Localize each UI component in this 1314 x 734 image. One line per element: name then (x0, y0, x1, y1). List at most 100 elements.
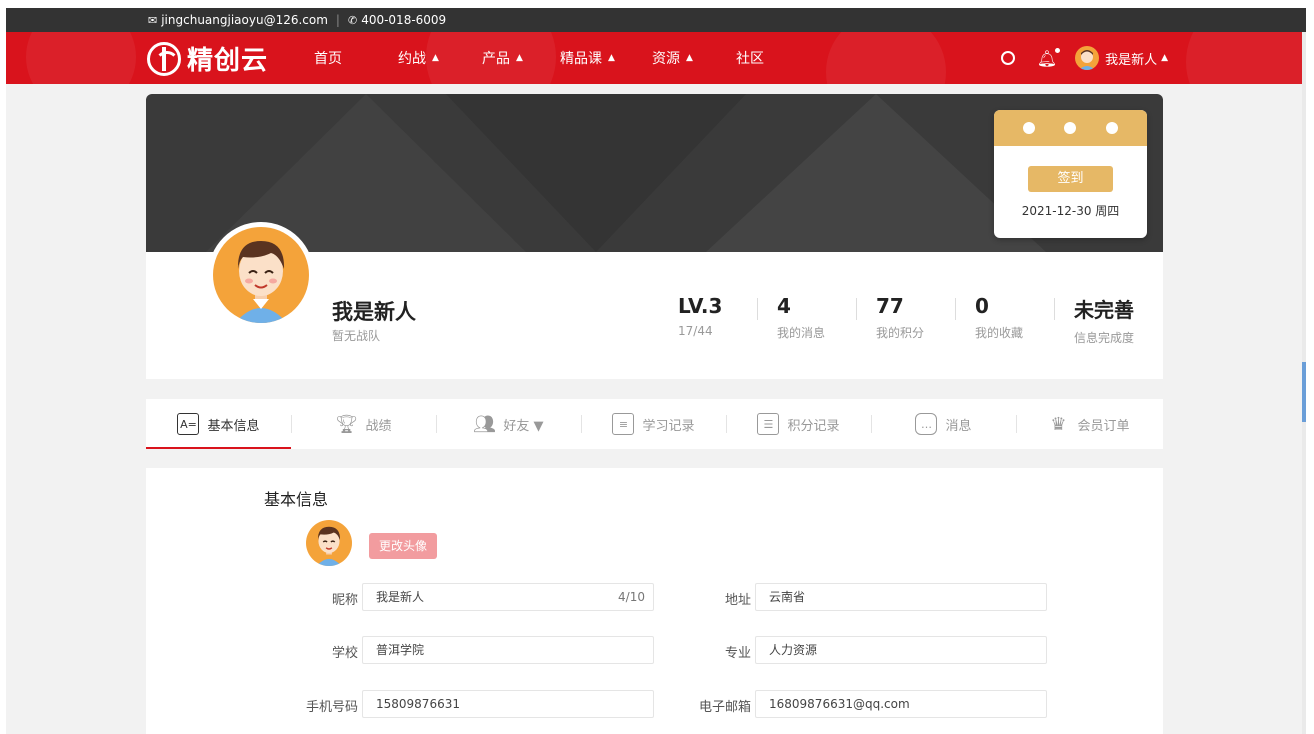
nav-item-products[interactable]: 产品 ▲ (482, 48, 560, 68)
nav-user-area: 🔔︎ 我是新人 ▲ (1000, 32, 1168, 84)
scrollbar-thumb[interactable] (1302, 362, 1306, 422)
profile-stats: LV.3 17/44 4 我的消息 77 我的积分 0 我的收藏 未完善 信息完… (658, 294, 1153, 346)
nav-decoration (1186, 32, 1306, 84)
change-avatar-button[interactable]: 更改头像 (369, 533, 437, 559)
basic-info-panel: 基本信息 更改头像 昵称 我是新人 4/10 地址 云南省 学校 普洱学院 专业… (146, 468, 1163, 734)
major-field[interactable]: 人力资源 (755, 636, 1047, 664)
nickname-field[interactable]: 我是新人 4/10 (362, 583, 654, 611)
stat-level[interactable]: LV.3 17/44 (658, 294, 757, 346)
address-field[interactable]: 云南省 (755, 583, 1047, 611)
tab-messages[interactable]: … 消息 (871, 399, 1016, 449)
nav-item-label: 首页 (314, 51, 342, 67)
nav-item-home[interactable]: 首页 (314, 48, 398, 68)
nav-item-battle[interactable]: 约战 ▲ (398, 48, 482, 68)
message-icon: … (915, 413, 938, 435)
tab-label: 基本信息 (207, 418, 260, 434)
nav-item-label: 资源 (652, 51, 680, 67)
nav-menu: 首页 约战 ▲ 产品 ▲ 精品课 ▲ 资源 ▲ 社区 (314, 32, 796, 84)
nav-username[interactable]: 我是新人 (1105, 49, 1157, 68)
phone-field[interactable]: 15809876631 (362, 690, 654, 718)
calendar-date: 2021-12-30 周四 (1021, 204, 1120, 218)
stat-points[interactable]: 77 我的积分 (856, 294, 955, 346)
major-label: 专业 (724, 646, 751, 661)
stat-value: LV.3 (678, 294, 723, 318)
nickname-char-count: 4/10 (618, 590, 645, 604)
contact-bar: ✉ jingchuangjiaoyu@126.com | ✆ 400-018-6… (6, 8, 1306, 32)
stat-completion[interactable]: 未完善 信息完成度 (1054, 294, 1153, 346)
nav-item-premium-courses[interactable]: 精品课 ▲ (560, 48, 652, 68)
profile-tabs: A= 基本信息 🏆︎ 战绩 👥︎ 好友 ▼ ≡ 学习记录 ☰ 积分记录 … 消息… (146, 399, 1163, 449)
nickname-label: 昵称 (331, 593, 358, 608)
tab-member-orders[interactable]: ♛ 会员订单 (1016, 399, 1161, 449)
tab-records[interactable]: 🏆︎ 战绩 (291, 399, 436, 449)
nav-item-resources[interactable]: 资源 ▲ (652, 48, 736, 68)
avatar[interactable] (1075, 46, 1100, 70)
avatar (306, 520, 352, 566)
school-value: 普洱学院 (376, 643, 425, 657)
stat-label: 我的收藏 (975, 326, 1024, 340)
tab-label: 消息 (945, 418, 972, 434)
site-logo[interactable]: 精创云 (147, 40, 268, 77)
tab-basic-info[interactable]: A= 基本信息 (146, 399, 291, 449)
crown-icon: ♛ (1050, 413, 1067, 435)
stat-value: 未完善 (1074, 298, 1134, 322)
profile-banner: 签到 2021-12-30 周四 (146, 94, 1163, 252)
nav-item-label: 约战 (398, 51, 426, 67)
stat-messages[interactable]: 4 我的消息 (757, 294, 856, 346)
caret-up-icon: ▲ (432, 53, 439, 63)
logo-icon (147, 41, 181, 76)
search-icon[interactable] (1000, 51, 1015, 65)
sign-in-button[interactable]: 签到 (1028, 166, 1113, 192)
calendar-ring (1106, 122, 1119, 134)
phone-label: 手机号码 (305, 700, 358, 715)
nickname-value: 我是新人 (376, 590, 425, 604)
contact-phone: 400-018-6009 (361, 13, 447, 27)
tab-points-records[interactable]: ☰ 积分记录 (726, 399, 871, 449)
nav-item-community[interactable]: 社区 (736, 48, 796, 68)
calendar-header (994, 110, 1147, 146)
stat-value: 77 (876, 294, 904, 318)
tab-label: 好友 ▼ (503, 418, 544, 434)
tab-study-records[interactable]: ≡ 学习记录 (581, 399, 726, 449)
contact-email: jingchuangjiaoyu@126.com (161, 13, 328, 27)
section-title: 基本信息 (264, 490, 329, 509)
address-label: 地址 (724, 593, 751, 608)
sign-in-calendar: 签到 2021-12-30 周四 (994, 110, 1147, 238)
nav-decoration (826, 32, 946, 84)
trophy-icon: 🏆︎ (335, 413, 358, 435)
nav-item-label: 精品课 (560, 51, 602, 67)
address-value: 云南省 (769, 590, 806, 604)
profile-card: 签到 2021-12-30 周四 我是新人 暂无战队 LV.3 17/44 4 … (146, 94, 1163, 379)
mail-icon: ✉ (148, 13, 158, 27)
nav-decoration (26, 32, 136, 84)
main-nav: 精创云 首页 约战 ▲ 产品 ▲ 精品课 ▲ 资源 ▲ 社区 🔔︎ 我是新人 ▲ (6, 32, 1306, 84)
tab-label: 学习记录 (642, 418, 695, 434)
points-record-icon: ☰ (757, 413, 780, 435)
stat-favorites[interactable]: 0 我的收藏 (955, 294, 1054, 346)
nav-item-label: 产品 (482, 51, 510, 67)
stat-label: 我的消息 (777, 326, 826, 340)
profile-team: 暂无战队 (332, 329, 381, 343)
profile-name: 我是新人 (332, 300, 416, 324)
banner-decoration (446, 94, 746, 252)
bell-icon[interactable]: 🔔︎ (1037, 47, 1061, 68)
stat-label: 我的积分 (876, 326, 925, 340)
major-value: 人力资源 (769, 643, 818, 657)
school-label: 学校 (331, 646, 358, 661)
caret-up-icon[interactable]: ▲ (1161, 53, 1168, 63)
page-scrollbar[interactable] (1302, 32, 1306, 734)
profile-avatar (208, 222, 314, 328)
study-record-icon: ≡ (612, 413, 635, 435)
email-label: 电子邮箱 (698, 700, 751, 715)
tab-friends[interactable]: 👥︎ 好友 ▼ (436, 399, 581, 449)
calendar-ring (1022, 122, 1035, 134)
phone-value: 15809876631 (376, 697, 460, 711)
caret-up-icon: ▲ (608, 53, 615, 63)
logo-text: 精创云 (187, 46, 269, 76)
browser-viewport: ✉ jingchuangjiaoyu@126.com | ✆ 400-018-6… (6, 8, 1306, 734)
email-field[interactable]: 16809876631@qq.com (755, 690, 1047, 718)
caret-up-icon: ▲ (516, 53, 523, 63)
stat-value: 4 (777, 294, 791, 318)
tab-label: 战绩 (365, 418, 392, 434)
school-field[interactable]: 普洱学院 (362, 636, 654, 664)
